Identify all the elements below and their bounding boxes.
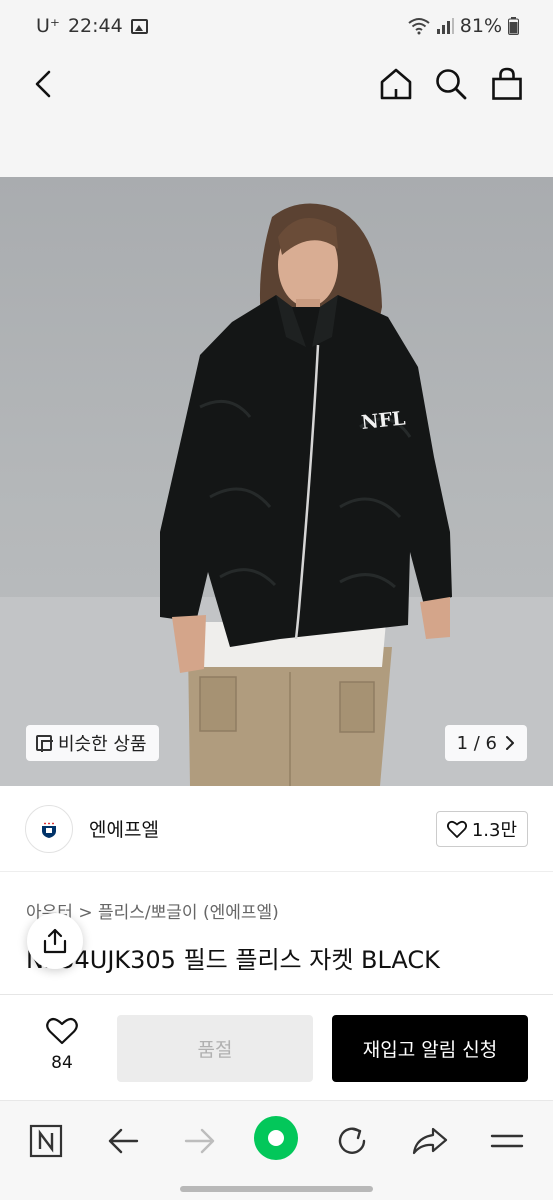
brand-name[interactable]: 엔에프엘 [89, 815, 159, 842]
cart-button[interactable] [485, 62, 529, 106]
menu-icon [490, 1134, 524, 1148]
brand-like-count: 1.3만 [471, 819, 517, 841]
search-button[interactable] [429, 62, 473, 106]
wishlist-count: 84 [51, 1053, 73, 1073]
chevron-right-icon [506, 736, 514, 750]
share-arrow-icon [412, 1127, 448, 1155]
heart-outline-icon [446, 820, 467, 838]
battery-icon [508, 17, 519, 35]
nfl-patch-logo: NFL [360, 407, 406, 434]
naver-n-icon [29, 1124, 63, 1158]
share-button[interactable] [27, 913, 83, 969]
green-dot-button[interactable] [253, 1115, 299, 1161]
wifi-icon [408, 18, 430, 35]
green-dot-icon [254, 1116, 298, 1160]
similar-items-label: 비슷한 상품 [58, 734, 147, 755]
menu-button[interactable] [485, 1119, 529, 1163]
browser-back-button[interactable] [101, 1119, 145, 1163]
browser-forward-button[interactable] [178, 1119, 222, 1163]
browser-toolbar [0, 1100, 553, 1200]
similar-items-button[interactable]: 비슷한 상품 [26, 725, 159, 761]
product-image-carousel[interactable]: NFL 비슷한 상품 1 / 6 [0, 177, 553, 786]
home-button[interactable] [374, 62, 418, 106]
purchase-action-bar: 84 품절 재입고 알림 신청 [0, 994, 553, 1100]
nfl-shield-icon [42, 820, 56, 838]
clock: 22:44 [67, 15, 123, 37]
browser-share-button[interactable] [408, 1119, 452, 1163]
brand-like-button[interactable]: 1.3만 [435, 810, 528, 847]
page-indicator-text: 1 / 6 [456, 732, 497, 754]
restock-alert-button[interactable]: 재입고 알림 신청 [332, 1015, 528, 1082]
product-title: N234UJK305 필드 플리스 자켓 BLACK [26, 946, 440, 974]
home-icon [380, 68, 412, 100]
arrow-left-icon [108, 1128, 139, 1154]
sold-out-button: 품절 [117, 1015, 313, 1082]
status-right: 81% [408, 15, 519, 37]
wishlist-button[interactable]: 84 [36, 1017, 88, 1073]
top-navigation [0, 52, 553, 177]
battery-percent: 81% [459, 15, 502, 37]
brand-row: 엔에프엘 1.3만 [0, 786, 553, 872]
image-notification-icon [130, 18, 148, 34]
status-left: U⁺ 22:44 [36, 15, 148, 37]
gesture-home-indicator [180, 1186, 373, 1192]
back-button[interactable] [21, 62, 65, 106]
refresh-icon [338, 1127, 366, 1154]
naver-home-button[interactable] [24, 1119, 68, 1163]
copy-icon [36, 735, 53, 752]
product-photo: NFL [0, 203, 553, 786]
status-bar: U⁺ 22:44 81% [0, 0, 553, 52]
brand-logo[interactable] [25, 804, 73, 853]
heart-outline-icon [46, 1017, 78, 1045]
refresh-button[interactable] [330, 1119, 374, 1163]
image-page-indicator[interactable]: 1 / 6 [444, 725, 527, 761]
signal-icon [436, 18, 454, 34]
shopping-bag-icon [492, 67, 522, 100]
carrier-label: U⁺ [36, 15, 60, 37]
back-arrow-icon [35, 70, 51, 98]
share-icon [43, 928, 67, 954]
search-icon [436, 69, 467, 100]
arrow-right-icon [184, 1128, 215, 1154]
